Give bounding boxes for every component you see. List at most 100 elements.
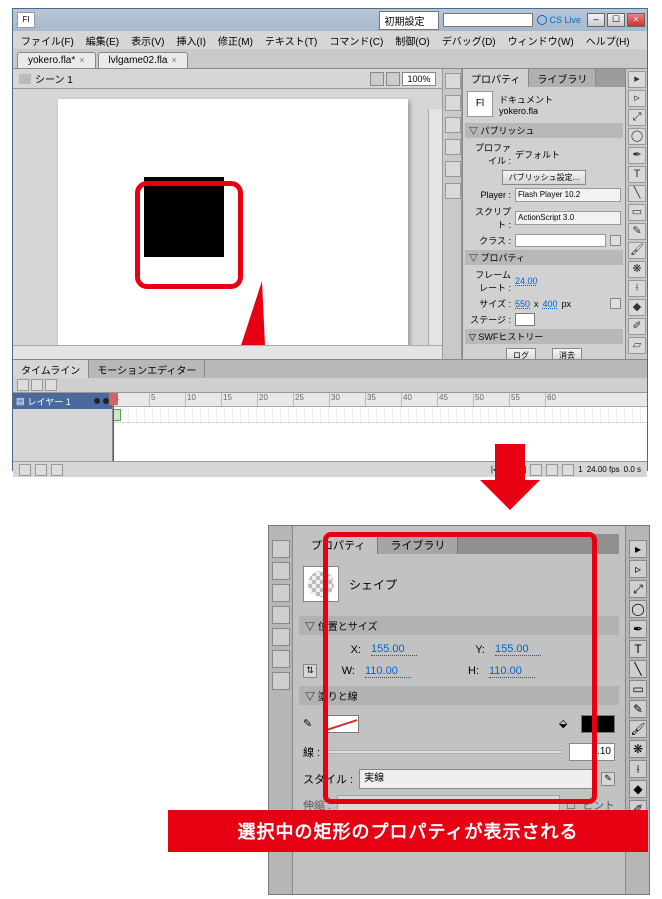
free-transform-icon[interactable]: ⤢ — [629, 580, 647, 598]
close-button[interactable]: × — [627, 13, 645, 27]
free-transform-icon[interactable]: ⤢ — [628, 109, 646, 126]
publish-settings-button[interactable]: パブリッシュ設定... — [502, 170, 587, 185]
rectangle-tool-icon[interactable]: ▭ — [628, 204, 646, 221]
stage-color-swatch[interactable] — [515, 313, 535, 326]
delete-layer-icon[interactable] — [45, 379, 57, 391]
pencil-tool-icon[interactable]: ✎ — [629, 700, 647, 718]
dock-icon[interactable] — [445, 161, 461, 177]
edit-style-icon[interactable]: ✎ — [601, 772, 615, 786]
dock-icon[interactable] — [272, 628, 290, 646]
tl-btn[interactable] — [19, 464, 31, 476]
minimize-button[interactable]: – — [587, 13, 605, 27]
new-layer-icon[interactable] — [17, 379, 29, 391]
pen-tool-icon[interactable]: ✒ — [628, 147, 646, 164]
y-value[interactable]: 155.00 — [495, 643, 541, 656]
dock-icon[interactable] — [272, 672, 290, 690]
fill-color-swatch[interactable] — [581, 715, 615, 733]
eraser-tool-icon[interactable]: ▱ — [628, 337, 646, 354]
lasso-tool-icon[interactable]: ◯ — [629, 600, 647, 618]
pencil-tool-icon[interactable]: ✎ — [628, 223, 646, 240]
line-tool-icon[interactable]: ╲ — [629, 660, 647, 678]
maximize-button[interactable]: ☐ — [607, 13, 625, 27]
clear-button[interactable]: 消去 — [552, 348, 582, 359]
dock-icon[interactable] — [445, 139, 461, 155]
tl-btn[interactable] — [546, 464, 558, 476]
size-w[interactable]: 550 — [515, 299, 530, 309]
playhead[interactable] — [113, 393, 114, 461]
edit-size-icon[interactable] — [610, 298, 621, 309]
selection-tool-icon[interactable]: ▸ — [629, 540, 647, 558]
menu-view[interactable]: 表示(V) — [127, 31, 168, 50]
dock-icon[interactable] — [445, 95, 461, 111]
dock-icon[interactable] — [272, 562, 290, 580]
tab-library[interactable]: ライブラリ — [378, 534, 458, 554]
scrollbar-horizontal[interactable] — [13, 345, 442, 359]
scene-back-icon[interactable] — [19, 74, 31, 84]
subselect-tool-icon[interactable]: ▹ — [628, 90, 646, 107]
w-value[interactable]: 110.00 — [365, 665, 411, 678]
brush-tool-icon[interactable]: 🖌 — [629, 720, 647, 738]
fps-value[interactable]: 24.00 — [515, 276, 538, 286]
eyedropper-icon[interactable]: ✐ — [628, 318, 646, 335]
pen-tool-icon[interactable]: ✒ — [629, 620, 647, 638]
paint-bucket-icon[interactable]: ◆ — [628, 299, 646, 316]
dock-icon[interactable] — [272, 584, 290, 602]
menu-text[interactable]: テキスト(T) — [261, 31, 321, 50]
stroke-weight-field[interactable]: 0.10 — [569, 743, 615, 761]
player-combo[interactable]: Flash Player 10.2 — [515, 188, 621, 202]
dock-icon[interactable] — [445, 73, 461, 89]
menu-edit[interactable]: 編集(E) — [82, 31, 123, 50]
dock-icon[interactable] — [272, 606, 290, 624]
menu-command[interactable]: コマンド(C) — [325, 31, 387, 50]
bone-tool-icon[interactable]: ⟊ — [629, 760, 647, 778]
edit-class-icon[interactable] — [610, 235, 621, 246]
menu-control[interactable]: 制御(O) — [391, 31, 433, 50]
zoom-field[interactable]: 100% — [402, 72, 436, 86]
tab-timeline[interactable]: タイムライン — [13, 360, 89, 378]
subselect-tool-icon[interactable]: ▹ — [629, 560, 647, 578]
dock-icon[interactable] — [272, 540, 290, 558]
tab-properties[interactable]: プロパティ — [463, 69, 529, 87]
dock-icon[interactable] — [445, 183, 461, 199]
class-field[interactable] — [515, 234, 606, 247]
scrollbar-vertical[interactable] — [428, 109, 442, 345]
new-folder-icon[interactable] — [31, 379, 43, 391]
edit-scene-icon[interactable] — [370, 72, 384, 86]
cslive-link[interactable]: CS Live — [537, 15, 581, 25]
section-position-size[interactable]: ▽ 位置とサイズ — [299, 616, 619, 635]
menu-file[interactable]: ファイル(F) — [17, 31, 78, 50]
dock-icon[interactable] — [445, 117, 461, 133]
tab-motion-editor[interactable]: モーションエディター — [89, 360, 205, 378]
menu-debug[interactable]: デバッグ(D) — [438, 31, 500, 50]
text-tool-icon[interactable]: T — [628, 166, 646, 183]
rectangle-tool-icon[interactable]: ▭ — [629, 680, 647, 698]
stroke-weight-slider[interactable] — [326, 750, 563, 754]
menu-window[interactable]: ウィンドウ(W) — [504, 31, 578, 50]
stroke-color-swatch[interactable] — [325, 715, 359, 733]
tl-btn[interactable] — [51, 464, 63, 476]
lock-aspect-icon[interactable]: ⇅ — [303, 664, 317, 678]
bone-tool-icon[interactable]: ⟊ — [628, 280, 646, 297]
deco-tool-icon[interactable]: ❋ — [629, 740, 647, 758]
section-fill-stroke[interactable]: ▽ 塗りと線 — [299, 686, 619, 705]
log-button[interactable]: ログ — [506, 348, 536, 359]
script-combo[interactable]: ActionScript 3.0 — [515, 211, 621, 225]
brush-tool-icon[interactable]: 🖌 — [628, 242, 646, 259]
line-tool-icon[interactable]: ╲ — [628, 185, 646, 202]
stroke-style-combo[interactable]: 実線 — [359, 769, 595, 789]
menu-insert[interactable]: 挿入(I) — [172, 31, 209, 50]
menu-help[interactable]: ヘルプ(H) — [582, 31, 634, 50]
tl-btn[interactable] — [35, 464, 47, 476]
keyframe[interactable] — [113, 409, 121, 421]
section-publish[interactable]: ▽ パブリッシュ — [465, 123, 623, 138]
x-value[interactable]: 155.00 — [371, 643, 417, 656]
close-icon[interactable]: × — [79, 55, 84, 66]
lasso-tool-icon[interactable]: ◯ — [628, 128, 646, 145]
h-value[interactable]: 110.00 — [489, 665, 535, 678]
timeline-frames[interactable]: 151015202530354045505560 — [113, 393, 647, 461]
layer-row[interactable]: ▤レイヤー 1 — [13, 393, 112, 409]
workspace-combo[interactable]: 初期設定 — [379, 11, 439, 30]
section-properties[interactable]: ▽ プロパティ — [465, 250, 623, 265]
text-tool-icon[interactable]: T — [629, 640, 647, 658]
close-icon[interactable]: × — [171, 55, 176, 66]
